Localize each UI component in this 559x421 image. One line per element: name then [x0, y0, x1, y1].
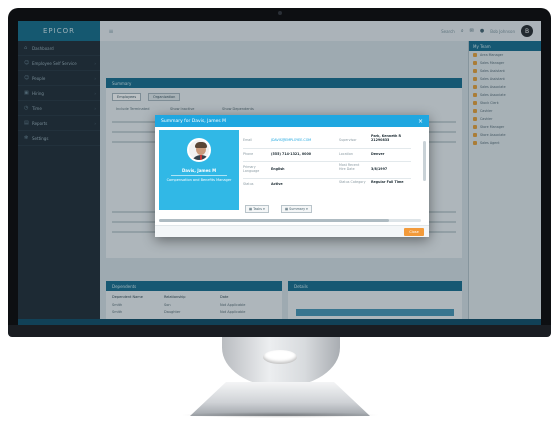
supervisor-value: Park, Kenneth R 21290833 [371, 134, 402, 142]
status-value: Active [271, 182, 283, 186]
profile-card: Davis, James M Compensation and Benefits… [159, 130, 239, 210]
close-icon[interactable]: × [418, 118, 429, 125]
employee-summary-modal: Summary for Davis, James M × Davis, Jame… [155, 115, 429, 237]
summary-button[interactable]: ▦ Summary ▾ [281, 205, 312, 213]
divider [243, 178, 411, 179]
tie-shape [200, 155, 202, 160]
vertical-scrollbar[interactable] [423, 141, 426, 181]
close-button[interactable]: Close [404, 228, 424, 236]
location-value: Denver [371, 152, 385, 156]
language-label: Primary Language [243, 165, 260, 173]
location-label: Location [339, 152, 353, 156]
tasks-button[interactable]: ▦ Tasks ▾ [245, 205, 269, 213]
monitor-mockup: EPICOR ≡ Search ⌕ ✉ ● Bob Johnson B ⌂ Da… [0, 0, 559, 421]
scrollbar-thumb[interactable] [159, 219, 389, 222]
status-category-value: Regular Full Time [371, 180, 404, 184]
profile-divider [171, 175, 227, 176]
language-value: English [271, 167, 285, 171]
status-category-label: Status Category [339, 180, 366, 184]
divider [243, 161, 411, 162]
monitor-stand-foot [190, 382, 370, 416]
hire-date-label: Most Recent Hire Date [339, 163, 360, 171]
hair-shape [195, 142, 207, 148]
employee-fields: Email JDAVIS@EMPLOYEE.COM Phone (555) 71… [243, 130, 419, 210]
monitor-screen: EPICOR ≡ Search ⌕ ✉ ● Bob Johnson B ⌂ Da… [18, 21, 541, 325]
profile-department: Compensation and Benefits Manager [166, 178, 232, 182]
monitor-chin [8, 325, 551, 337]
chevron-down-icon: ▾ [262, 207, 265, 211]
phone-value: (555) 714-1321, 0000 [271, 152, 312, 156]
profile-name: Davis, James M [181, 168, 217, 173]
supervisor-label: Supervisor [339, 138, 357, 142]
email-link[interactable]: JDAVIS@EMPLOYEE.COM [271, 138, 311, 142]
modal-footer: Close [155, 225, 429, 237]
phone-label: Phone [243, 152, 254, 156]
tasks-button-label: Tasks [253, 207, 263, 211]
horizontal-scrollbar[interactable] [159, 219, 421, 222]
avatar [187, 138, 211, 162]
chevron-down-icon: ▾ [305, 207, 308, 211]
hire-date-value: 3/8/1997 [371, 167, 388, 171]
modal-title: Summary for Davis, James M [161, 118, 227, 124]
status-label: Status [243, 182, 254, 186]
monitor-stand-cable-hole [263, 350, 297, 364]
modal-header: Summary for Davis, James M × [155, 115, 429, 127]
email-label: Email [243, 138, 253, 142]
monitor-shadow [180, 412, 380, 418]
summary-button-label: Summary [289, 207, 306, 211]
divider [243, 148, 411, 149]
